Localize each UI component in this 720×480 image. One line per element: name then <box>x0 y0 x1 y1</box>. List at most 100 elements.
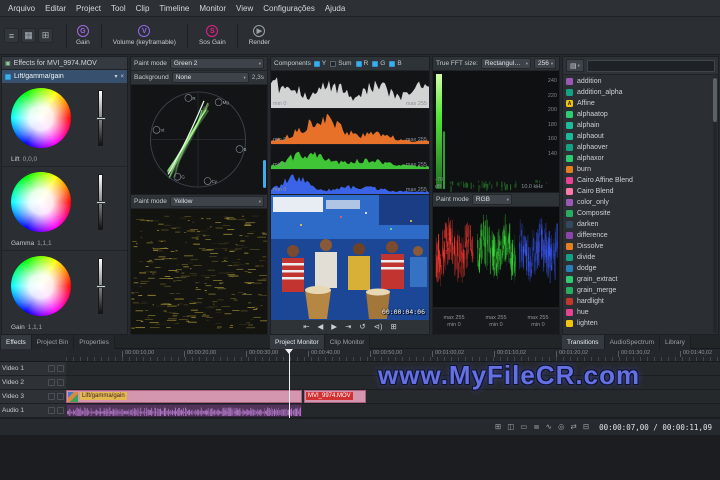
loop-icon[interactable]: ↺ <box>359 323 365 331</box>
tab-audiospectrum[interactable]: AudioSpectrum <box>604 335 661 349</box>
menu-project[interactable]: Project <box>71 3 106 14</box>
composition-affine[interactable]: A Affine <box>564 98 712 109</box>
checkbox-y[interactable] <box>313 60 320 67</box>
color-wheel-lift[interactable] <box>11 88 71 148</box>
tab-project-bin[interactable]: Project Bin <box>31 335 75 349</box>
checkbox-b[interactable] <box>389 60 396 67</box>
composition-color-only[interactable]: color_only <box>564 197 712 208</box>
skip-end-icon[interactable]: ⇥ <box>345 323 351 331</box>
add-icon[interactable]: ⊞ <box>38 28 53 43</box>
lane-video-3[interactable]: Lift/gamma/gain MVI_9974.MOV <box>66 390 720 404</box>
tab-project-monitor[interactable]: Project Monitor <box>270 335 325 349</box>
menu-monitor[interactable]: Monitor <box>194 3 231 14</box>
checkbox-r[interactable] <box>355 60 362 67</box>
composition-divide[interactable]: divide <box>564 252 712 263</box>
composition-cairo-blend[interactable]: Cairo Blend <box>564 186 712 197</box>
scrollbar-thumb[interactable] <box>713 78 717 122</box>
toolbar-sos-gain[interactable]: S Sos Gain <box>193 23 232 48</box>
component-toggle-b[interactable]: B <box>389 60 402 67</box>
status-icon-3[interactable]: ≣ <box>533 423 539 431</box>
track-header-video-2[interactable]: Video 2 <box>0 376 66 390</box>
close-icon[interactable]: × <box>120 74 124 80</box>
composition-cairo-affine-blend[interactable]: Cairo Affine Blend <box>564 175 712 186</box>
wheel-slider[interactable] <box>96 90 106 146</box>
composition-hardlight[interactable]: hardlight <box>564 296 712 307</box>
toolbar-volume-keyframable[interactable]: V Volume (keyframable) <box>107 23 182 48</box>
clip-lift-gamma-gain[interactable]: Lift/gamma/gain <box>66 390 302 403</box>
status-icon-4[interactable]: ∿ <box>546 423 552 431</box>
status-icon-6[interactable]: ⇄ <box>571 423 577 431</box>
status-icon-1[interactable]: ◫ <box>507 423 514 431</box>
track-lock-icon[interactable] <box>48 393 55 400</box>
fft-size-select[interactable]: 256 ▾ <box>534 58 556 69</box>
composition-difference[interactable]: difference <box>564 230 712 241</box>
track-hide-icon[interactable] <box>57 379 64 386</box>
menu-arquivo[interactable]: Arquivo <box>3 3 40 14</box>
composition-dodge[interactable]: dodge <box>564 263 712 274</box>
parade-paint-mode-select[interactable]: RGB ▾ <box>471 194 512 205</box>
status-icon-5[interactable]: ◎ <box>558 423 565 431</box>
composition-alphaatop[interactable]: alphaatop <box>564 109 712 120</box>
status-icon-2[interactable]: ▭ <box>520 423 527 431</box>
slider-handle[interactable] <box>96 201 106 204</box>
composition-darken[interactable]: darken <box>564 219 712 230</box>
slider-handle[interactable] <box>96 117 106 120</box>
frame-back-icon[interactable]: ◀ <box>318 323 324 331</box>
scrollbar-track[interactable] <box>713 76 717 333</box>
menu-tool[interactable]: Tool <box>106 3 131 14</box>
waveform-paint-mode-select[interactable]: Yellow ▾ <box>169 196 264 207</box>
audio-clip[interactable] <box>66 404 302 417</box>
composition-alphain[interactable]: alphain <box>564 120 712 131</box>
search-input[interactable] <box>586 59 715 72</box>
collapse-icon[interactable]: ▾ <box>114 73 117 80</box>
vectorscope-background-select[interactable]: None ▾ <box>171 72 249 83</box>
composition-dissolve[interactable]: Dissolve <box>564 241 712 252</box>
checkbox-sum[interactable] <box>330 60 337 67</box>
track-hide-icon[interactable] <box>57 407 64 414</box>
menu-timeline[interactable]: Timeline <box>154 3 194 14</box>
composition-hue[interactable]: hue <box>564 307 712 318</box>
component-toggle-r[interactable]: R <box>355 60 368 67</box>
play-icon[interactable]: ▶ <box>331 323 337 331</box>
fft-window-select[interactable]: Rectangular window▾ <box>480 58 532 69</box>
tab-transitions[interactable]: Transitions <box>562 335 605 349</box>
component-toggle-sum[interactable]: Sum <box>330 60 352 67</box>
composition-composite[interactable]: Composite <box>564 208 712 219</box>
track-header-video-1[interactable]: Video 1 <box>0 362 66 376</box>
track-lock-icon[interactable] <box>48 407 55 414</box>
color-wheel-gain[interactable] <box>11 256 71 316</box>
effect-enabled-checkbox[interactable] <box>5 73 11 80</box>
lane-audio-1[interactable] <box>66 404 720 418</box>
toolbar-gain[interactable]: G Gain <box>70 23 96 48</box>
composition-filter-dropdown[interactable]: ▤ ▾ <box>566 59 584 72</box>
track-lock-icon[interactable] <box>48 365 55 372</box>
composition-addition[interactable]: addition <box>564 76 712 87</box>
clip-mvi-9974-mov[interactable]: MVI_9974.MOV <box>304 390 366 403</box>
skip-start-icon[interactable]: ⇤ <box>303 323 309 331</box>
track-lock-icon[interactable] <box>48 379 55 386</box>
tab-clip-monitor[interactable]: Clip Monitor <box>324 335 371 349</box>
wheel-slider[interactable] <box>96 258 106 314</box>
composition-grain-extract[interactable]: grain_extract <box>564 274 712 285</box>
tab-effects[interactable]: Effects <box>1 335 32 349</box>
effect-row[interactable]: Lift/gamma/gain ▾ × <box>2 70 127 83</box>
wheel-slider[interactable] <box>96 174 106 230</box>
track-header-audio-1[interactable]: Audio 1 <box>0 404 66 418</box>
scrollbar-thumb[interactable] <box>263 160 266 188</box>
composition-lighten[interactable]: lighten <box>564 318 712 329</box>
composition-alphaxor[interactable]: alphaxor <box>564 153 712 164</box>
track-hide-icon[interactable] <box>57 393 64 400</box>
playhead[interactable] <box>289 351 290 418</box>
menu-editar[interactable]: Editar <box>40 3 71 14</box>
grid-icon[interactable]: ▦ <box>21 28 36 43</box>
volume-icon[interactable]: ⊲) <box>374 323 383 331</box>
component-toggle-g[interactable]: G <box>372 60 385 67</box>
track-hide-icon[interactable] <box>57 365 64 372</box>
checkbox-g[interactable] <box>372 60 379 67</box>
component-toggle-y[interactable]: Y <box>313 60 326 67</box>
status-icon-0[interactable]: ⊞ <box>495 423 501 431</box>
status-icon-7[interactable]: ⊟ <box>583 423 589 431</box>
composition-addition-alpha[interactable]: addition_alpha <box>564 87 712 98</box>
menu-view[interactable]: View <box>231 3 258 14</box>
tab-library[interactable]: Library <box>660 335 691 349</box>
